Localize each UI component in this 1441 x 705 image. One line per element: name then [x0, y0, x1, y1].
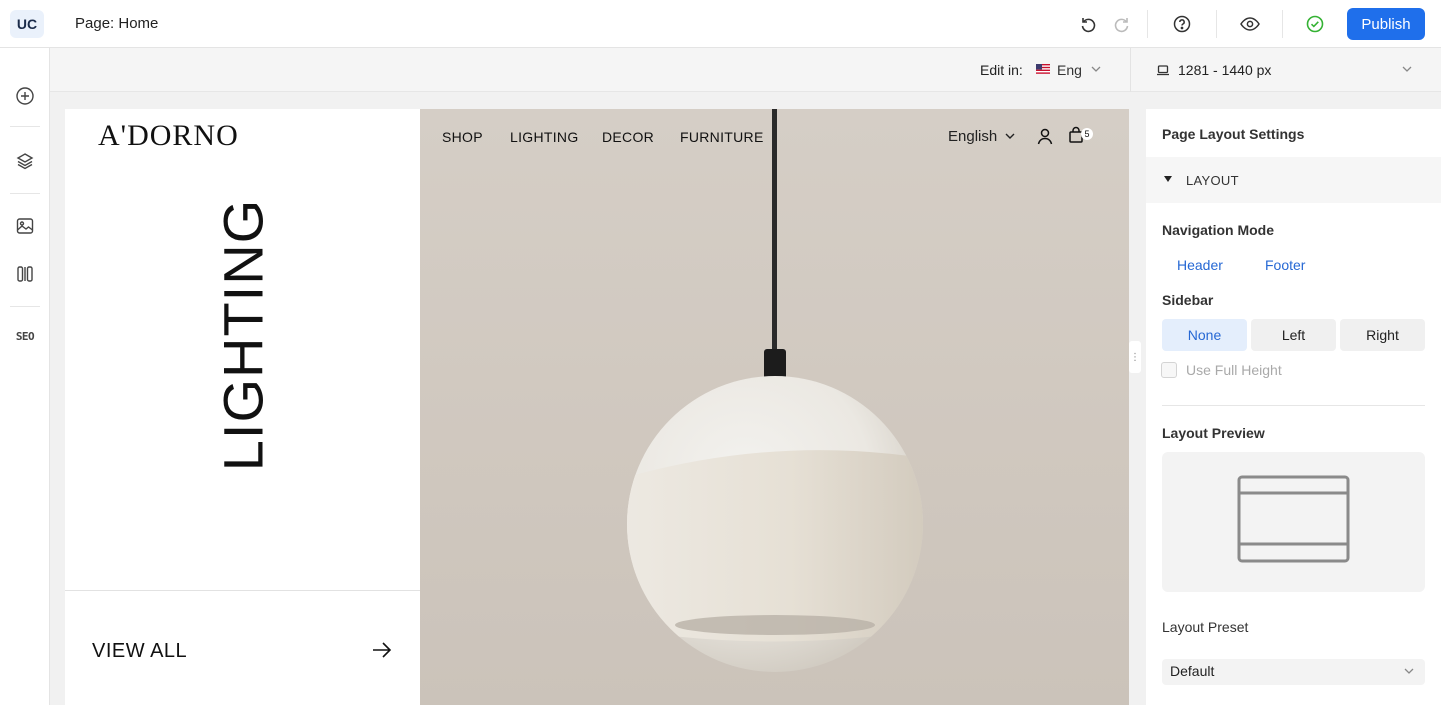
- hero-title[interactable]: LIGHTING: [211, 199, 276, 471]
- use-full-height-label: Use Full Height: [1186, 362, 1282, 378]
- chevron-down-icon[interactable]: [1004, 130, 1016, 142]
- app-logo[interactable]: UC: [10, 10, 44, 38]
- site-language-selector[interactable]: English: [948, 128, 997, 145]
- divider: [10, 126, 40, 127]
- chevron-down-icon[interactable]: [1090, 63, 1102, 75]
- divider: [1282, 10, 1283, 38]
- section-label: LAYOUT: [1186, 173, 1239, 188]
- nav-link-decor[interactable]: DECOR: [602, 129, 654, 145]
- divider: [10, 306, 40, 307]
- seo-label: SEO: [15, 329, 35, 343]
- media-icon[interactable]: [13, 214, 37, 238]
- editor-subbar: Edit in: Eng 1281 - 1440 px: [50, 48, 1441, 92]
- divider: [10, 193, 40, 194]
- caret-down-icon: [1164, 176, 1172, 182]
- nav-link-furniture[interactable]: FURNITURE: [680, 129, 764, 145]
- preview-eye-icon[interactable]: [1238, 12, 1262, 36]
- page-title[interactable]: Page: Home: [75, 15, 158, 32]
- view-all-link[interactable]: VIEW ALL: [92, 640, 187, 663]
- divider: [1147, 10, 1148, 38]
- layout-preview-diagram: [1237, 475, 1350, 563]
- chevron-down-icon[interactable]: [1401, 63, 1413, 75]
- hero-image-section[interactable]: SHOP LIGHTING DECOR FURNITURE English 5: [420, 109, 1129, 705]
- help-icon[interactable]: [1170, 12, 1194, 36]
- sidebar-label: Sidebar: [1162, 292, 1214, 308]
- device-range-selector[interactable]: 1281 - 1440 px: [1178, 62, 1271, 78]
- layers-icon[interactable]: [13, 149, 37, 173]
- navigation-mode-header[interactable]: Header: [1177, 257, 1223, 273]
- left-tool-rail: SEO: [0, 48, 50, 705]
- divider: [65, 590, 420, 591]
- navigation-mode-footer[interactable]: Footer: [1265, 257, 1305, 273]
- edit-in-label: Edit in:: [980, 62, 1023, 78]
- page-canvas[interactable]: A'DORNO LIGHTING VIEW ALL SHOP LIGHTING …: [65, 109, 1129, 705]
- use-full-height-checkbox[interactable]: [1161, 362, 1177, 378]
- layout-section-toggle[interactable]: LAYOUT: [1146, 157, 1441, 203]
- publish-button[interactable]: Publish: [1347, 8, 1425, 40]
- settings-panel: Page Layout Settings LAYOUT Navigation M…: [1146, 109, 1441, 705]
- divider: [1130, 48, 1131, 92]
- cart-count-badge: 5: [1081, 128, 1093, 140]
- pendant-lamp-image: [627, 109, 923, 672]
- undo-icon[interactable]: [1076, 12, 1100, 36]
- nav-link-lighting[interactable]: LIGHTING: [510, 129, 579, 145]
- redo-icon[interactable]: [1110, 12, 1134, 36]
- panel-title: Page Layout Settings: [1162, 126, 1305, 142]
- language-selector[interactable]: Eng: [1057, 62, 1082, 78]
- saved-check-icon: [1303, 12, 1327, 36]
- site-brand-logo[interactable]: A'DORNO: [98, 119, 239, 153]
- layout-preset-select[interactable]: Default: [1162, 659, 1425, 685]
- user-icon[interactable]: [1036, 127, 1054, 145]
- divider: [1162, 405, 1425, 406]
- layout-preview: [1162, 452, 1425, 592]
- layout-preset-value: Default: [1170, 663, 1215, 679]
- laptop-icon: [1157, 65, 1169, 76]
- seo-button[interactable]: SEO: [13, 324, 37, 348]
- divider: [1216, 10, 1217, 38]
- nav-link-shop[interactable]: SHOP: [442, 129, 483, 145]
- sidebar-option-right[interactable]: Right: [1340, 319, 1425, 351]
- sidebar-option-left[interactable]: Left: [1251, 319, 1336, 351]
- hero-left-column[interactable]: A'DORNO LIGHTING VIEW ALL: [65, 109, 420, 705]
- resize-handle[interactable]: ⋮: [1129, 341, 1141, 373]
- columns-icon[interactable]: [13, 262, 37, 286]
- chevron-down-icon: [1404, 668, 1414, 674]
- layout-preset-label: Layout Preset: [1162, 619, 1249, 635]
- us-flag-icon: [1036, 64, 1050, 74]
- add-icon[interactable]: [13, 84, 37, 108]
- layout-preview-label: Layout Preview: [1162, 425, 1265, 441]
- arrow-right-icon[interactable]: [371, 641, 393, 659]
- top-bar: UC Page: Home Publish: [0, 0, 1441, 48]
- navigation-mode-label: Navigation Mode: [1162, 222, 1275, 238]
- sidebar-option-none[interactable]: None: [1162, 319, 1247, 351]
